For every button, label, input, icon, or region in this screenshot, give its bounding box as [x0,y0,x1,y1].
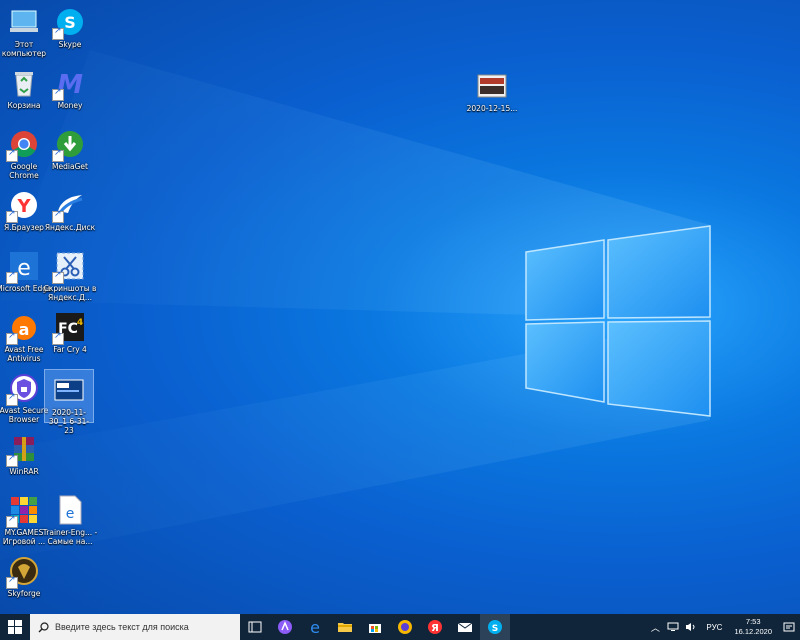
wallpaper [0,50,711,560]
taskbar-alice-button[interactable] [270,614,300,640]
recycle-bin-icon [15,72,33,97]
desktop-icon-screenshot-file[interactable]: 2020-12-15... [464,66,520,113]
alice-icon [278,620,292,634]
shortcut-arrow-icon [52,209,64,223]
taskbar-skype-button[interactable]: S [480,614,510,640]
mail-icon [457,622,473,632]
taskbar-mail-button[interactable] [450,614,480,640]
svg-text:e: e [17,256,31,281]
desktop-icon-label: WinRAR [9,467,39,476]
system-tray: ︿ РУС 7:53 16.12.2020 [646,614,800,640]
svg-text:S: S [64,13,76,32]
desktop-icon-screenshot-file-selected[interactable]: 2020-11-30_1 6-31-23 [44,369,94,435]
taskbar-file-explorer-button[interactable] [330,614,360,640]
edge-icon: e [310,619,320,635]
yandex-browser-icon: Я [428,620,442,634]
svg-text:a: a [19,320,30,339]
shortcut-arrow-icon [6,392,18,406]
shortcut-arrow-icon [6,148,18,162]
image-file-icon [477,74,507,98]
shortcut-arrow-icon [52,331,64,345]
desktop-icon-mediaget[interactable]: MediaGet [42,124,98,171]
desktop-icon-label: 2020-11-30_1 6-31-23 [48,408,90,435]
network-icon[interactable] [667,621,679,633]
svg-text:e: e [66,506,75,522]
desktop-icon-yandex-disk[interactable]: Яндекс.Диск [42,185,98,232]
desktop-icon-yandex-screenshots[interactable]: Скриншоты в Яндекс.Д... [42,246,98,302]
yandex-shield-icon [398,620,412,634]
edge-document-icon: e [59,495,82,525]
shortcut-arrow-icon [52,148,64,162]
svg-text:Y: Y [16,196,31,217]
volume-icon[interactable] [685,621,697,633]
svg-text:4: 4 [77,318,83,328]
shortcut-arrow-icon [6,209,18,223]
notification-center-button[interactable] [778,614,800,640]
shortcut-arrow-icon [6,270,18,284]
shortcut-arrow-icon [6,453,18,467]
windows-logo [525,225,711,417]
desktop-icon-winrar[interactable]: WinRAR [0,429,52,476]
desktop-icon-label: Яндекс.Диск [44,223,96,232]
svg-text:Я: Я [431,623,439,634]
desktop-icon-label: Money [57,101,83,110]
shortcut-arrow-icon [52,270,64,284]
task-view-icon [248,621,262,633]
desktop-icon-skype[interactable]: S Skype [42,2,98,49]
image-file-icon [54,379,84,401]
search-icon [38,621,49,632]
desktop-icon-money[interactable]: M Money [42,63,98,110]
desktop-icon-label: Skyforge [7,589,41,598]
notification-icon [783,622,795,632]
taskbar-store-button[interactable] [360,614,390,640]
clock-date: 16.12.2020 [734,627,772,636]
taskbar-yandex-alt-button[interactable] [390,614,420,640]
clock-time: 7:53 [745,617,761,626]
desktop-icon-label: 2020-12-15... [466,104,518,113]
shortcut-arrow-icon [52,87,64,101]
clock[interactable]: 7:53 16.12.2020 [734,617,772,637]
shortcut-arrow-icon [52,26,64,40]
show-hidden-icons-button[interactable]: ︿ [649,621,661,634]
desktop-icon-label: Trainer-Eng... - Самые на... [42,528,98,546]
store-icon [369,624,381,633]
taskbar: Введите здесь текст для поиска e Я S ︿ Р… [0,614,800,640]
desktop-icon-trainer-file[interactable]: e Trainer-Eng... - Самые на... [42,490,98,546]
desktop-icon-label: Far Cry 4 [53,345,87,354]
svg-text:S: S [492,624,498,634]
shortcut-arrow-icon [6,331,18,345]
desktop-icon-skyforge[interactable]: Skyforge [0,551,52,598]
input-language[interactable]: РУС [706,623,722,632]
shortcut-arrow-icon [6,575,18,589]
taskbar-search-box[interactable]: Введите здесь текст для поиска [30,614,240,640]
task-view-button[interactable] [240,614,270,640]
search-placeholder: Введите здесь текст для поиска [55,622,189,632]
skype-icon: S [488,620,502,634]
taskbar-edge-button[interactable]: e [300,614,330,640]
folder-icon [338,623,352,632]
computer-icon [10,10,38,32]
svg-text:e: e [310,619,320,635]
taskbar-yandex-browser-button[interactable]: Я [420,614,450,640]
shortcut-arrow-icon [6,514,18,528]
start-button[interactable] [0,614,30,640]
desktop-icon-far-cry-4[interactable]: FC4 Far Cry 4 [42,307,98,354]
desktop-icon-label: Скриншоты в Яндекс.Д... [43,284,97,302]
desktop-icon-label: Skype [58,40,82,49]
windows-start-icon [8,620,22,634]
desktop-icon-label: MediaGet [52,162,88,171]
